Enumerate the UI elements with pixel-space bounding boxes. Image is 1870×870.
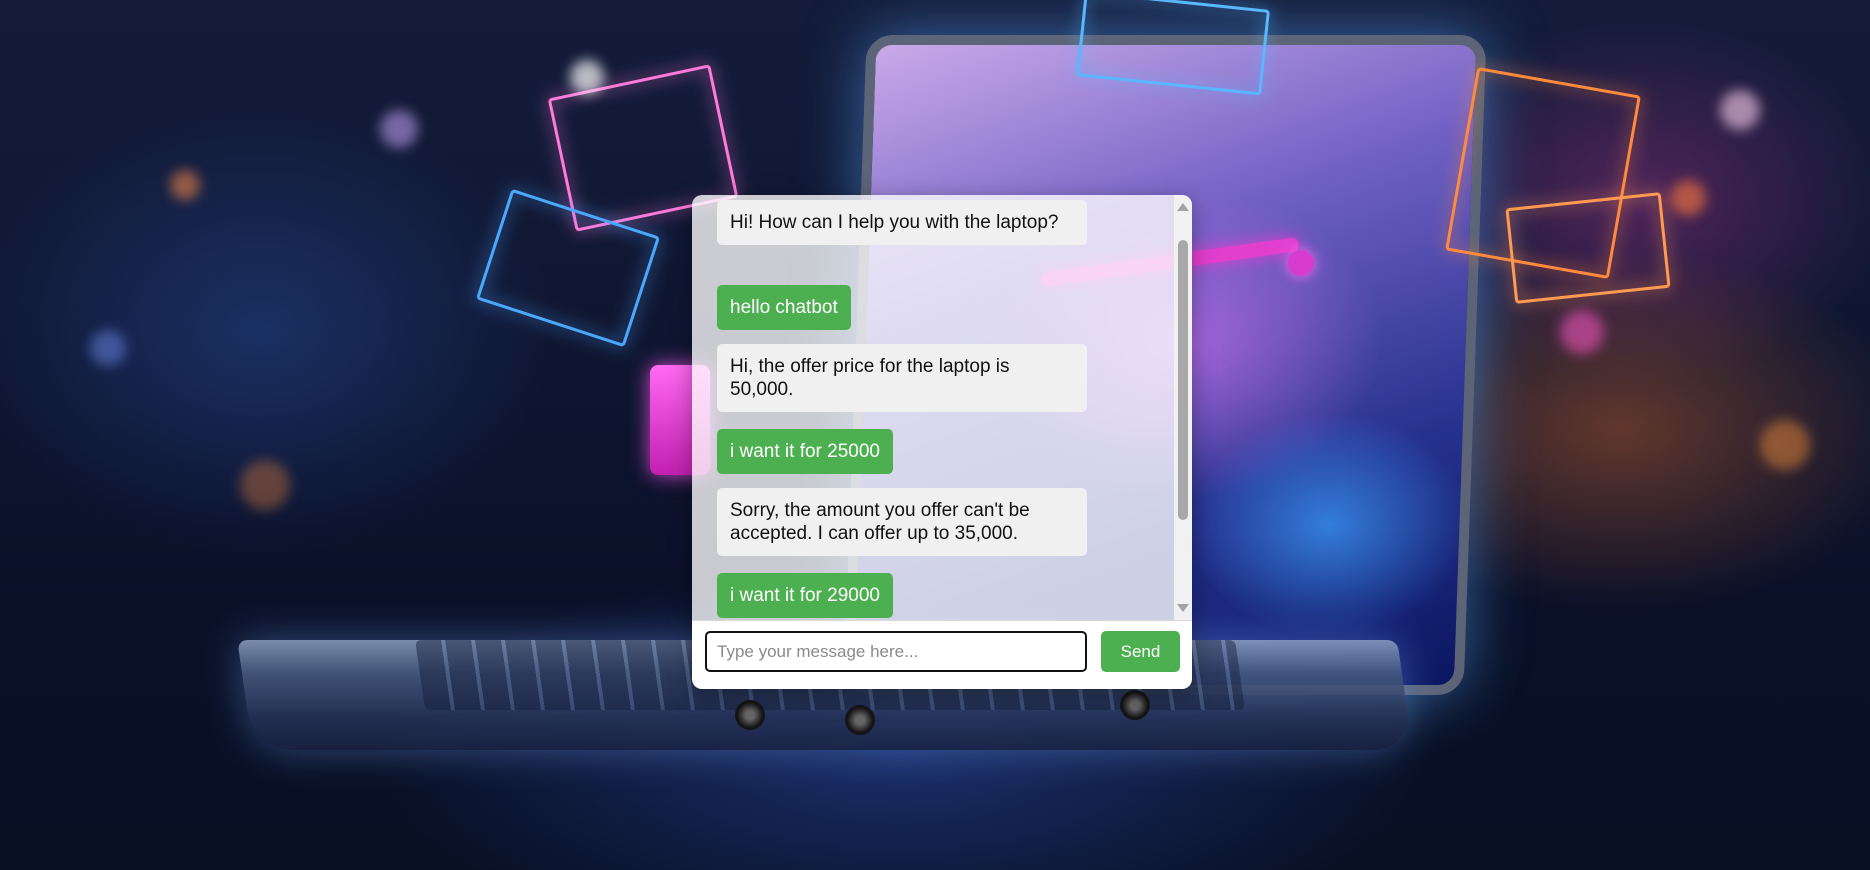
cart-wheel-icon <box>1120 690 1150 720</box>
bokeh-light <box>1720 90 1760 130</box>
cart-knob-illustration <box>1288 250 1314 276</box>
message-input[interactable] <box>705 631 1087 672</box>
send-button[interactable]: Send <box>1101 631 1180 672</box>
bokeh-light <box>240 460 290 510</box>
bokeh-light <box>1560 310 1604 354</box>
scroll-down-arrow-icon[interactable] <box>1177 604 1189 612</box>
bokeh-light <box>170 170 200 200</box>
bot-message-bubble: Sorry, the amount you offer can't be acc… <box>717 488 1087 556</box>
chat-widget: Hi! How can I help you with the laptop? … <box>692 195 1192 689</box>
user-message-bubble: hello chatbot <box>717 285 851 330</box>
bokeh-light <box>570 60 604 94</box>
cart-wheel-icon <box>735 700 765 730</box>
chat-scrollbar[interactable] <box>1174 195 1192 620</box>
bokeh-light <box>1760 420 1810 470</box>
bot-message-bubble: Hi, the offer price for the laptop is 50… <box>717 344 1087 412</box>
neon-shape-decoration <box>1505 192 1671 304</box>
bokeh-light <box>380 110 418 148</box>
bot-message-bubble: Hi! How can I help you with the laptop? <box>717 200 1087 245</box>
chat-message-list[interactable]: Hi! How can I help you with the laptop? … <box>692 195 1174 620</box>
chat-messages-panel: Hi! How can I help you with the laptop? … <box>692 195 1192 620</box>
chat-input-bar: Send <box>692 620 1192 689</box>
user-message-bubble: i want it for 25000 <box>717 429 893 474</box>
scrollbar-thumb[interactable] <box>1178 240 1188 520</box>
bokeh-light <box>90 330 126 366</box>
cart-wheel-icon <box>845 705 875 735</box>
user-message-bubble: i want it for 29000 <box>717 573 893 618</box>
bokeh-light <box>1670 180 1706 216</box>
scroll-up-arrow-icon[interactable] <box>1177 203 1189 211</box>
